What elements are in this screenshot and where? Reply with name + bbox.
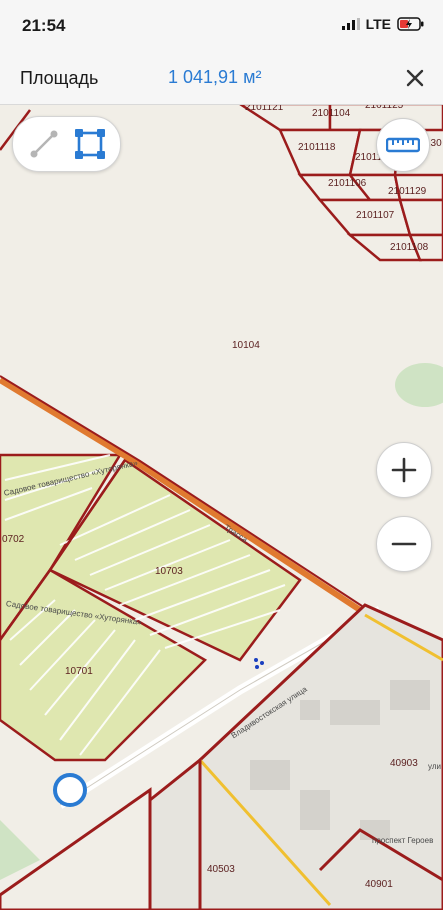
parcel-label: 10104 [232, 340, 260, 351]
parcel-label: 2101108 [390, 242, 429, 253]
area-label: Площадь [20, 68, 99, 88]
parcel-label: 40903 [390, 758, 418, 769]
parcel-label: 40901 [365, 879, 393, 890]
parcel-label: 0702 [2, 534, 25, 545]
zoom-in-button[interactable] [376, 442, 432, 498]
battery-icon [397, 17, 424, 31]
status-indicators: LTE [341, 16, 425, 32]
line-mode-button[interactable] [25, 125, 63, 163]
ruler-button[interactable] [376, 118, 430, 172]
area-header: Площадь 1 041,91 м² [0, 52, 443, 105]
polygon-icon [75, 129, 105, 159]
street-label: ули [428, 762, 441, 771]
street-label: проспект Героев [372, 836, 434, 845]
map-canvas[interactable] [0, 104, 443, 910]
close-button[interactable] [399, 62, 431, 94]
parcel-label: 2101106 [328, 178, 367, 189]
parcel-label: 10703 [155, 566, 183, 577]
area-value: 1 041,91 м² [168, 67, 262, 87]
close-icon [406, 69, 424, 87]
line-icon [30, 130, 58, 158]
ruler-icon [386, 137, 420, 153]
signal-icon [341, 18, 360, 30]
parcel-label: 2101125 [365, 104, 404, 111]
parcel-label: 2101129 [388, 186, 427, 197]
minus-icon [391, 542, 417, 546]
plus-icon [391, 457, 417, 483]
status-time: 21:54 [22, 16, 66, 35]
network-type: LTE [365, 16, 391, 32]
zoom-out-button[interactable] [376, 516, 432, 572]
parcel-label: 40503 [207, 864, 235, 875]
parcel-label: 2101104 [312, 108, 351, 119]
polygon-mode-button[interactable] [71, 125, 109, 163]
measure-mode-switch [12, 116, 121, 172]
parcel-label: 2101118 [298, 142, 336, 153]
parcel-label: 2101107 [356, 210, 395, 221]
parcel-label: 10701 [65, 666, 93, 677]
parcel-label: 2101121 [245, 104, 284, 113]
cadastral-map[interactable]: 2101121 2101104 2101125 2101118 21011 13… [0, 104, 443, 910]
status-bar: 21:54 LTE [0, 0, 443, 52]
